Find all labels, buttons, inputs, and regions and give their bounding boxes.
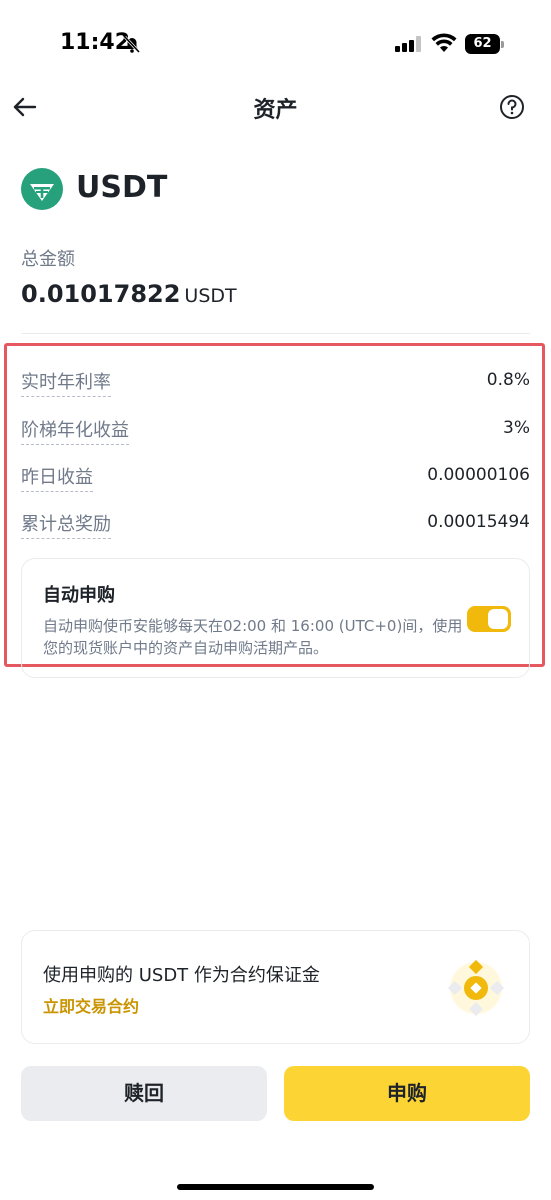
row-label[interactable]: 昨日收益 bbox=[21, 463, 93, 492]
auto-subscribe-toggle[interactable] bbox=[467, 606, 511, 632]
row-cumulative-rewards: 累计总奖励 0.00015494 bbox=[21, 510, 530, 540]
row-value: 0.00015494 bbox=[427, 512, 530, 532]
battery-indicator: 62 bbox=[465, 34, 505, 54]
total-amount-value: 0.01017822 bbox=[21, 280, 181, 308]
battery-tip bbox=[501, 41, 504, 48]
coin-name: USDT bbox=[76, 170, 168, 205]
wifi-icon bbox=[431, 33, 457, 52]
binance-coin-promo-icon bbox=[447, 959, 505, 1017]
auto-subscribe-card: 自动申购 自动申购使币安能够每天在02:00 和 16:00 (UTC+0)间，… bbox=[21, 558, 530, 678]
toggle-knob bbox=[488, 609, 508, 629]
total-amount-label: 总金额 bbox=[21, 249, 75, 270]
trade-futures-link[interactable]: 立即交易合约 bbox=[43, 993, 139, 1017]
status-bar: 11:42 62 bbox=[0, 0, 551, 90]
bell-muted-icon bbox=[123, 35, 141, 54]
row-value: 0.8% bbox=[486, 370, 530, 390]
row-label[interactable]: 阶梯年化收益 bbox=[21, 416, 129, 445]
row-value: 0.00000106 bbox=[427, 465, 530, 485]
futures-margin-promo-card[interactable]: 使用申购的 USDT 作为合约保证金 立即交易合约 bbox=[21, 930, 530, 1044]
nav-bar: 资产 bbox=[0, 84, 551, 134]
usdt-logo-icon bbox=[21, 168, 63, 210]
auto-subscribe-description: 自动申购使币安能够每天在02:00 和 16:00 (UTC+0)间，使用您的现… bbox=[43, 617, 463, 657]
row-label[interactable]: 实时年利率 bbox=[21, 368, 111, 397]
battery-level: 62 bbox=[465, 34, 500, 54]
row-value: 3% bbox=[503, 418, 530, 438]
divider bbox=[21, 333, 530, 334]
cellular-signal-icon bbox=[395, 36, 421, 52]
total-amount: 0.01017822 USDT bbox=[21, 280, 237, 308]
auto-subscribe-title: 自动申购 bbox=[43, 585, 115, 606]
status-time: 11:42 bbox=[60, 30, 131, 55]
help-icon[interactable] bbox=[499, 94, 525, 120]
row-label[interactable]: 累计总奖励 bbox=[21, 510, 111, 539]
page-title: 资产 bbox=[253, 98, 298, 123]
row-realtime-apr: 实时年利率 0.8% bbox=[21, 368, 530, 398]
redeem-button[interactable]: 赎回 bbox=[21, 1066, 267, 1121]
promo-title: 使用申购的 USDT 作为合约保证金 bbox=[43, 965, 320, 986]
subscribe-button[interactable]: 申购 bbox=[284, 1066, 530, 1121]
row-tiered-apr: 阶梯年化收益 3% bbox=[21, 416, 530, 446]
home-indicator[interactable] bbox=[177, 1184, 374, 1190]
row-yesterday-earnings: 昨日收益 0.00000106 bbox=[21, 463, 530, 493]
total-amount-unit: USDT bbox=[184, 285, 237, 307]
